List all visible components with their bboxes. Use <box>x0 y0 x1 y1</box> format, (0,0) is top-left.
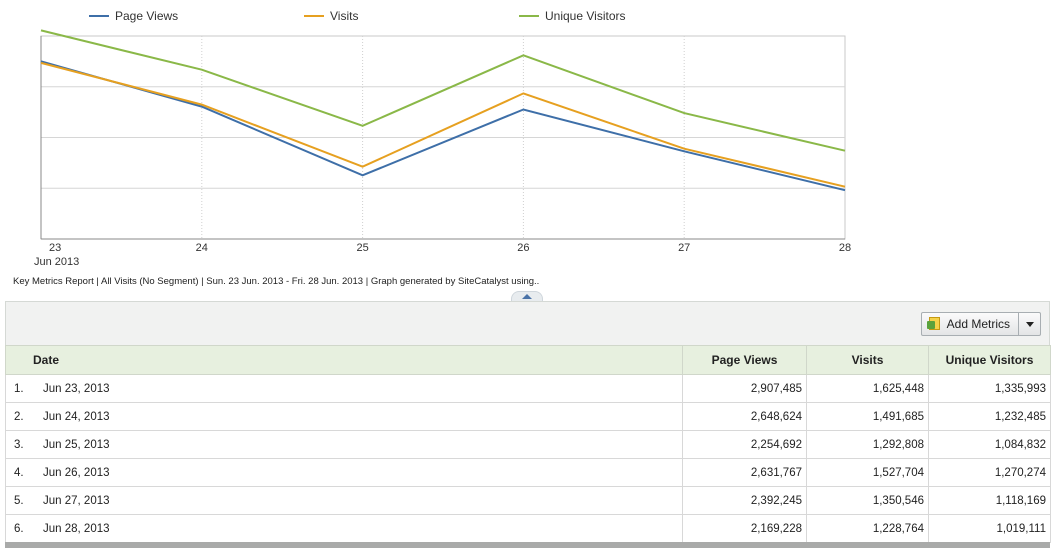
date-cell: 3. Jun 25, 2013 <box>5 430 683 459</box>
row-rank: 5. <box>14 494 24 507</box>
row-rank: 1. <box>14 382 24 395</box>
visits-cell: 1,491,685 <box>806 402 929 431</box>
visits-cell: 1,350,546 <box>806 486 929 515</box>
row-date: Jun 26, 2013 <box>43 466 110 479</box>
table-row: 3. Jun 25, 2013 2,254,692 1,292,808 1,084… <box>5 430 1051 459</box>
add-metrics-icon <box>926 317 942 331</box>
add-metrics-button[interactable]: Add Metrics <box>920 312 1019 336</box>
collapse-up-icon <box>522 294 532 299</box>
legend-item-visits[interactable]: Visits <box>304 9 358 23</box>
table-header-row: Date Page Views Visits Unique Visitors <box>5 345 1051 375</box>
unique-visitors-cell: 1,232,485 <box>928 402 1051 431</box>
x-axis-sublabel: Jun 2013 <box>34 256 79 268</box>
page-views-cell: 2,648,624 <box>682 402 807 431</box>
metrics-table: Date Page Views Visits Unique Visitors 1… <box>5 345 1051 543</box>
collapse-graph-toggle[interactable] <box>511 291 543 301</box>
unique-visitors-cell: 1,335,993 <box>928 374 1051 403</box>
table-row: 5. Jun 27, 2013 2,392,245 1,350,546 1,118… <box>5 486 1051 515</box>
add-metrics-label: Add Metrics <box>946 317 1010 331</box>
unique-visitors-cell: 1,118,169 <box>928 486 1051 515</box>
row-date: Jun 27, 2013 <box>43 494 110 507</box>
date-cell: 2. Jun 24, 2013 <box>5 402 683 431</box>
legend-label-page-views: Page Views <box>115 9 179 23</box>
visits-cell: 1,625,448 <box>806 374 929 403</box>
date-cell: 4. Jun 26, 2013 <box>5 458 683 487</box>
table-row: 1. Jun 23, 2013 2,907,485 1,625,448 1,335… <box>5 374 1051 403</box>
page-views-cell: 2,254,692 <box>682 430 807 459</box>
line-chart: 23 24 25 26 27 28 Jun 2013 <box>34 29 851 268</box>
legend-item-unique-visitors[interactable]: Unique Visitors <box>519 9 625 23</box>
row-date: Jun 25, 2013 <box>43 438 110 451</box>
legend-swatch-page-views <box>89 15 109 17</box>
table-scroll-bar[interactable] <box>5 542 1050 548</box>
page-views-cell: 2,169,228 <box>682 514 807 543</box>
column-header-visits[interactable]: Visits <box>806 345 929 375</box>
report-table-panel: Add Metrics Date Page Views Visits Uniqu… <box>5 301 1051 548</box>
row-date: Jun 28, 2013 <box>43 522 110 535</box>
column-header-unique-visitors[interactable]: Unique Visitors <box>928 345 1051 375</box>
x-tick-label: 24 <box>196 242 208 254</box>
row-date: Jun 23, 2013 <box>43 382 110 395</box>
table-row: 4. Jun 26, 2013 2,631,767 1,527,704 1,270… <box>5 458 1051 487</box>
x-tick-label: 28 <box>839 242 851 254</box>
row-rank: 4. <box>14 466 24 479</box>
column-header-page-views[interactable]: Page Views <box>682 345 807 375</box>
row-rank: 2. <box>14 410 24 423</box>
legend-item-page-views[interactable]: Page Views <box>89 9 178 23</box>
table-toolbar: Add Metrics <box>920 312 1041 336</box>
page-views-cell: 2,907,485 <box>682 374 807 403</box>
table-row: 6. Jun 28, 2013 2,169,228 1,228,764 1,019… <box>5 514 1051 543</box>
unique-visitors-cell: 1,084,832 <box>928 430 1051 459</box>
visits-cell: 1,228,764 <box>806 514 929 543</box>
table-row: 2. Jun 24, 2013 2,648,624 1,491,685 1,232… <box>5 402 1051 431</box>
chart-legend: Page Views Visits Unique Visitors <box>0 6 1054 26</box>
add-metrics-dropdown-button[interactable] <box>1019 312 1041 336</box>
date-cell: 6. Jun 28, 2013 <box>5 514 683 543</box>
row-rank: 3. <box>14 438 24 451</box>
legend-label-visits: Visits <box>330 9 359 23</box>
legend-swatch-visits <box>304 15 324 17</box>
unique-visitors-cell: 1,270,274 <box>928 458 1051 487</box>
x-tick-label: 26 <box>517 242 529 254</box>
chevron-down-icon <box>1025 321 1034 327</box>
visits-cell: 1,292,808 <box>806 430 929 459</box>
row-rank: 6. <box>14 522 24 535</box>
report-page: 23 24 25 26 27 28 Jun 2013 Page Views Visits U… <box>0 0 1054 548</box>
date-cell: 5. Jun 27, 2013 <box>5 486 683 515</box>
date-cell: 1. Jun 23, 2013 <box>5 374 683 403</box>
column-header-date[interactable]: Date <box>5 345 683 375</box>
row-date: Jun 24, 2013 <box>43 410 110 423</box>
x-tick-label: 25 <box>356 242 368 254</box>
legend-swatch-unique-visitors <box>519 15 539 17</box>
page-views-cell: 2,631,767 <box>682 458 807 487</box>
x-tick-label: 23 <box>49 242 61 254</box>
unique-visitors-cell: 1,019,111 <box>928 514 1051 543</box>
report-footnote: Key Metrics Report | All Visits (No Segm… <box>13 276 540 287</box>
x-tick-label: 27 <box>678 242 690 254</box>
page-views-cell: 2,392,245 <box>682 486 807 515</box>
legend-label-unique-visitors: Unique Visitors <box>545 9 626 23</box>
visits-cell: 1,527,704 <box>806 458 929 487</box>
